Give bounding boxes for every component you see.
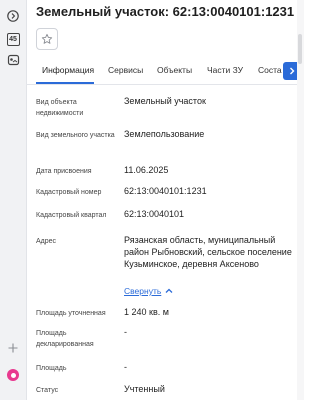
collapse-label: Свернуть bbox=[124, 286, 162, 296]
field-value: Землепользование bbox=[124, 129, 205, 139]
tab-services[interactable]: Сервисы bbox=[108, 65, 143, 75]
chevron-up-icon bbox=[165, 288, 173, 293]
favorite-button[interactable] bbox=[36, 28, 58, 50]
field-value: Рязанская область, муниципальный район Р… bbox=[124, 235, 292, 269]
main-panel: Земельный участок: 62:13:0040101:1231 Ин… bbox=[26, 0, 304, 400]
page-title: Земельный участок: 62:13:0040101:1231 bbox=[36, 4, 295, 19]
map-layers-icon[interactable] bbox=[5, 52, 21, 68]
left-rail: 45 bbox=[0, 0, 27, 400]
field-label: Статус bbox=[36, 387, 59, 394]
field-value: - bbox=[124, 327, 127, 337]
collapse-address-link[interactable]: Свернуть bbox=[124, 286, 173, 296]
tab-composition[interactable]: Соста bbox=[258, 65, 282, 75]
field-label: Вид объекта недвижимости bbox=[36, 99, 84, 117]
field-value: Земельный участок bbox=[124, 96, 206, 106]
field-label: Вид земельного участка bbox=[36, 132, 115, 139]
field-label: Площадь декларированная bbox=[36, 330, 94, 348]
tab-info[interactable]: Информация bbox=[42, 65, 94, 75]
tab-bar: Информация Сервисы Объекты Части ЗУ Сост… bbox=[26, 58, 304, 85]
field-label: Кадастровый номер bbox=[36, 189, 102, 196]
field-label: Кадастровый квартал bbox=[36, 212, 107, 219]
chevron-right-icon bbox=[290, 67, 295, 75]
field-value: - bbox=[124, 362, 127, 372]
field-value: 1 240 кв. м bbox=[124, 307, 169, 317]
scrollbar-thumb[interactable] bbox=[298, 34, 302, 64]
field-value: 62:13:0040101:1231 bbox=[124, 186, 207, 196]
active-tab-indicator bbox=[36, 82, 94, 84]
field-label: Площадь bbox=[36, 365, 67, 372]
assistant-dot bbox=[7, 369, 19, 381]
assistant-icon[interactable] bbox=[5, 367, 21, 383]
badge-45-label: 45 bbox=[6, 32, 20, 46]
field-value: 11.06.2025 bbox=[124, 165, 169, 175]
field-label: Площадь уточненная bbox=[36, 310, 106, 317]
field-value: Учтенный bbox=[124, 384, 165, 394]
field-value: 62:13:0040101 bbox=[124, 209, 185, 219]
star-icon bbox=[41, 33, 53, 44]
tab-objects[interactable]: Объекты bbox=[157, 65, 192, 75]
tab-parts[interactable]: Части ЗУ bbox=[207, 65, 243, 75]
plus-icon[interactable] bbox=[5, 340, 21, 356]
field-label: Адрес bbox=[36, 238, 57, 245]
field-label: Дата присвоения bbox=[36, 168, 92, 175]
chevron-right-icon[interactable] bbox=[5, 8, 21, 24]
badge-45-icon[interactable]: 45 bbox=[5, 31, 21, 47]
